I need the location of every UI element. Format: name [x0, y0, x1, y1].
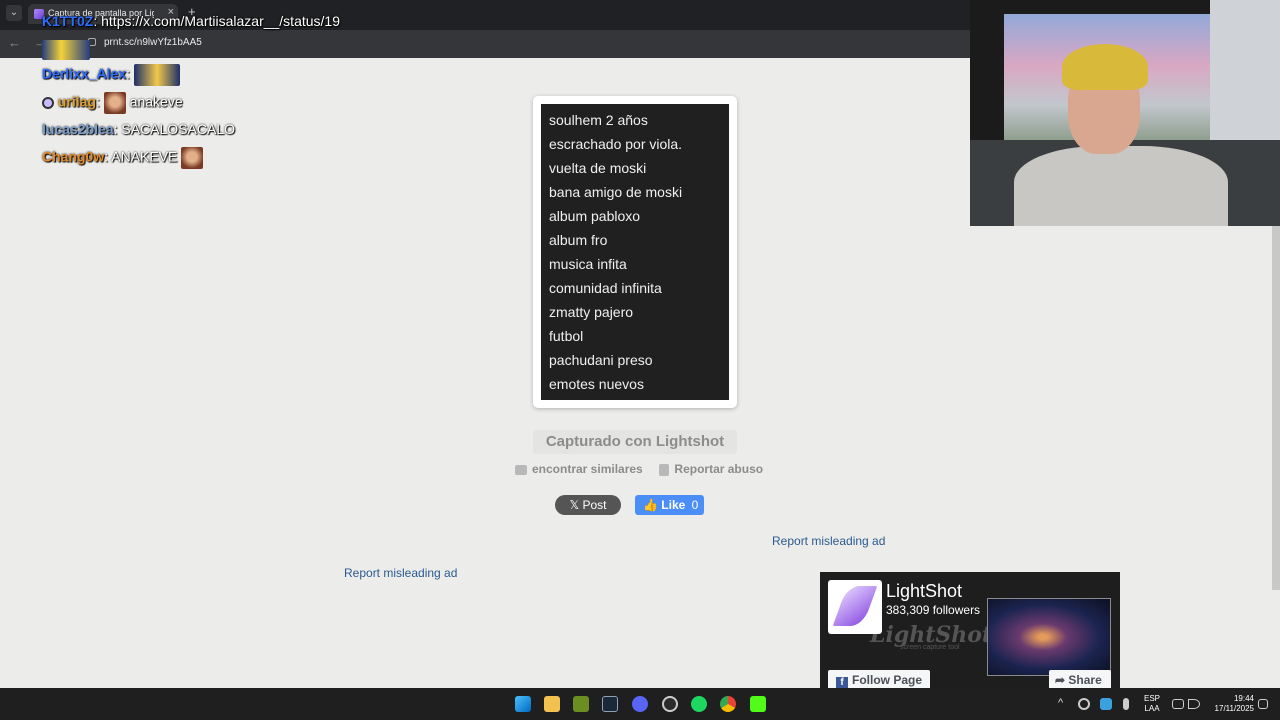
screenshot-image[interactable]: soulhem 2 años escrachado por viola. vue… [541, 104, 729, 400]
list-item: pachudani preso [549, 352, 653, 368]
app-icon[interactable] [573, 696, 589, 712]
report-misleading-ad-link[interactable]: Report misleading ad [772, 534, 885, 548]
chrome-icon[interactable] [720, 696, 736, 712]
chat-text: anakeve [129, 93, 183, 110]
like-count: 0 [691, 498, 699, 512]
image-actions: encontrar similares Reportar abuso [515, 462, 763, 476]
file-explorer-icon[interactable] [544, 696, 560, 712]
list-item: bana amigo de moski [549, 184, 683, 200]
lightshot-logo-icon[interactable] [828, 580, 882, 634]
camera-icon [515, 464, 527, 475]
chat-text: ANAKEVE [111, 148, 178, 165]
network-icon[interactable] [1172, 699, 1184, 709]
chat-username: urilag [57, 93, 97, 110]
chat-message: lucas2blea: SACALOSACALO [42, 121, 235, 137]
chat-message: Derlixx_Alex: [42, 64, 180, 86]
report-misleading-ad-link[interactable]: Report misleading ad [344, 566, 457, 580]
list-item: escrachado por viola. [549, 136, 683, 152]
list-item: emotes nuevos [549, 376, 644, 392]
banner-screenshot-image [987, 598, 1111, 676]
obs-icon[interactable] [662, 696, 678, 712]
share-button[interactable]: ➦ Share [1049, 670, 1111, 690]
chat-text: https://x.com/Martiisalazar__/status/19 [101, 13, 340, 29]
chat-text: SACALOSACALO [121, 121, 235, 137]
language-indicator[interactable]: ESP LAA [1140, 694, 1164, 714]
webcam-overlay [970, 0, 1280, 226]
notifications-icon[interactable] [1258, 699, 1268, 709]
sync-icon[interactable] [1078, 698, 1090, 710]
page-scrollbar[interactable] [1270, 226, 1280, 590]
discord-icon[interactable] [632, 696, 648, 712]
chat-username: Derlixx_Alex [42, 65, 127, 82]
list-item: musica infita [549, 256, 627, 272]
chat-emote [42, 40, 90, 60]
follow-label: Follow Page [852, 673, 923, 687]
facebook-followers-count: 383,309 followers [886, 603, 981, 617]
facebook-page-name[interactable]: LightShot [886, 581, 962, 602]
list-item: soulhem 2 años [549, 112, 648, 128]
chat-username: Chang0w [42, 148, 105, 165]
clock[interactable]: 19:44 17/11/2025 [1206, 694, 1254, 714]
spotify-icon[interactable] [691, 696, 707, 712]
chat-message: urilag: anakeve [42, 92, 183, 114]
list-item: album fro [549, 232, 608, 248]
steam-icon[interactable] [602, 696, 618, 712]
security-icon[interactable] [1100, 698, 1112, 710]
list-item: album pabloxo [549, 208, 641, 224]
tab-search-button[interactable]: ⌄ [6, 5, 22, 21]
chat-emote [133, 64, 180, 86]
screenshot-text-list: soulhem 2 años escrachado por viola. vue… [541, 104, 729, 399]
volume-icon[interactable] [1188, 699, 1200, 709]
list-item: zmatty pajero [549, 304, 634, 320]
clipboard-icon [659, 463, 670, 476]
windows-icon[interactable] [515, 696, 531, 712]
follow-page-button[interactable]: f Follow Page [828, 670, 930, 690]
url-field[interactable]: prnt.sc/n9lwYfz1bAA5 [104, 37, 202, 48]
lightshot-banner-tagline: screen capture tool [900, 644, 960, 651]
chat-message: K1TT0Z: https://x.com/Martiisalazar__/st… [42, 13, 340, 29]
like-label: 👍 Like [643, 498, 686, 512]
badge-icon [42, 97, 54, 109]
chat-username: lucas2blea [42, 121, 114, 137]
microphone-icon[interactable] [1123, 698, 1129, 710]
back-arrow-icon[interactable]: ← [8, 35, 21, 50]
streamer-body [1014, 146, 1228, 226]
chat-username: K1TT0Z [42, 13, 94, 29]
chat-emote [181, 147, 204, 169]
report-abuse-link[interactable]: Reportar abuso [674, 462, 763, 476]
show-hidden-icons-button[interactable]: ^ [1058, 697, 1063, 709]
chat-emote [103, 92, 126, 114]
chat-message: Chang0w: ANAKEVE [42, 147, 204, 169]
kick-icon[interactable] [750, 696, 766, 712]
find-similar-link[interactable]: encontrar similares [532, 462, 643, 476]
facebook-like-button[interactable]: 👍 Like 0 [635, 495, 704, 515]
list-item: futbol [549, 328, 584, 344]
screenshot-frame: soulhem 2 años escrachado por viola. vue… [533, 96, 737, 408]
facebook-page-widget: LightShot screen capture tool LightShot … [820, 572, 1120, 690]
list-item: comunidad infinita [549, 280, 662, 296]
streamer-beanie [1062, 44, 1148, 90]
windows-taskbar: ^ ESP LAA 19:44 17/11/2025 [0, 688, 1280, 720]
post-to-x-button[interactable]: 𝕏 Post [555, 495, 621, 515]
captured-with-lightshot-link[interactable]: Capturado con Lightshot [533, 430, 737, 454]
list-item: vuelta de moski [549, 160, 647, 176]
